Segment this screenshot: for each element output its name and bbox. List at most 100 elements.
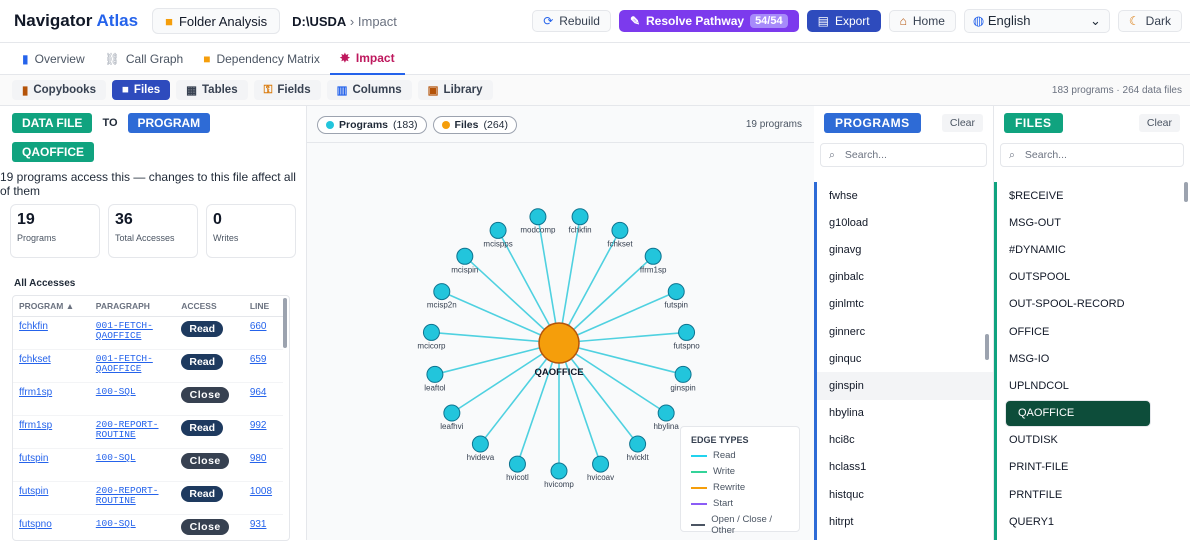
program-node[interactable]: [472, 436, 488, 452]
subtab-library[interactable]: ▣Library: [418, 80, 493, 100]
table-row[interactable]: futspin 200-REPORT-ROUTINE Read 1008: [13, 482, 283, 515]
tab-call-graph[interactable]: ⛓Call Graph: [95, 43, 194, 75]
files-search-field[interactable]: ⌕Search...: [1000, 143, 1184, 167]
program-link[interactable]: futspno: [19, 519, 52, 530]
program-node[interactable]: [612, 222, 628, 238]
home-button[interactable]: ⌂Home: [889, 10, 956, 32]
program-list-item[interactable]: ginquc: [817, 345, 993, 372]
legend-files[interactable]: Files(264): [433, 116, 517, 134]
program-node[interactable]: [658, 405, 674, 421]
paragraph-link[interactable]: 200-REPORT-ROUTINE: [96, 486, 169, 506]
file-list-item[interactable]: UPLNDCOL: [997, 372, 1190, 399]
program-node[interactable]: [572, 209, 588, 225]
line-link[interactable]: 980: [250, 453, 267, 464]
col-line[interactable]: LINE: [244, 296, 283, 317]
file-list-item[interactable]: PRNTFILE: [997, 481, 1190, 508]
subtab-fields[interactable]: ⚿Fields: [254, 80, 321, 100]
table-row[interactable]: futspno 100-SQL Close 931: [13, 515, 283, 541]
file-list-item[interactable]: OUT-SPOOL-RECORD: [997, 291, 1190, 318]
rebuild-button[interactable]: ⟳Rebuild: [532, 10, 611, 32]
program-node[interactable]: [490, 222, 506, 238]
program-list-item[interactable]: g10load: [817, 209, 993, 236]
program-list-item[interactable]: hbylina: [817, 400, 993, 427]
table-row[interactable]: fchkfin 001-FETCH-QAOFFICE Read 660: [13, 317, 283, 350]
files-clear-button[interactable]: Clear: [1139, 114, 1180, 132]
file-list-item[interactable]: $RECEIVE: [997, 182, 1190, 209]
program-node[interactable]: [509, 456, 525, 472]
program-list-item[interactable]: histquc: [817, 481, 993, 508]
paragraph-link[interactable]: 100-SQL: [96, 519, 169, 529]
program-link[interactable]: futspin: [19, 486, 48, 497]
line-link[interactable]: 1008: [250, 486, 272, 497]
program-node[interactable]: [679, 324, 695, 340]
subtab-files[interactable]: ■Files: [112, 80, 170, 100]
line-link[interactable]: 660: [250, 321, 267, 332]
file-list-item[interactable]: QUERY1: [997, 508, 1190, 535]
file-list-item[interactable]: QAOFFICE: [1005, 400, 1151, 427]
program-node[interactable]: [593, 456, 609, 472]
file-list-item[interactable]: OUTDISK: [997, 427, 1190, 454]
file-list-item[interactable]: OFFICE: [997, 318, 1190, 345]
programs-clear-button[interactable]: Clear: [942, 114, 983, 132]
theme-toggle[interactable]: ☾Dark: [1118, 10, 1182, 32]
program-link[interactable]: fchkset: [19, 354, 51, 365]
legend-programs[interactable]: Programs(183): [317, 116, 427, 134]
language-select[interactable]: ◍ English⌄: [964, 9, 1110, 33]
file-list-item[interactable]: MSG-IO: [997, 345, 1190, 372]
tab-dependency-matrix[interactable]: ■Dependency Matrix: [193, 43, 330, 75]
program-node[interactable]: [434, 284, 450, 300]
program-node[interactable]: [630, 436, 646, 452]
subtab-tables[interactable]: ▦Tables: [176, 80, 247, 100]
program-list-item[interactable]: hci8c: [817, 427, 993, 454]
file-list-item[interactable]: PRINT-FILE: [997, 454, 1190, 481]
paragraph-link[interactable]: 100-SQL: [96, 387, 169, 397]
program-list-item[interactable]: ginavg: [817, 236, 993, 263]
program-node[interactable]: [675, 366, 691, 382]
program-list-item[interactable]: ginlmtc: [817, 291, 993, 318]
program-list-item[interactable]: ginspin: [817, 372, 993, 399]
program-node[interactable]: [444, 405, 460, 421]
line-link[interactable]: 964: [250, 387, 267, 398]
file-list-item[interactable]: OUTSPOOL: [997, 264, 1190, 291]
file-list-item[interactable]: #DYNAMIC: [997, 236, 1190, 263]
table-row[interactable]: ffrm1sp 100-SQL Close 964: [13, 383, 283, 416]
tab-overview[interactable]: ▮Overview: [12, 43, 95, 75]
paragraph-link[interactable]: 200-REPORT-ROUTINE: [96, 420, 169, 440]
subtab-copybooks[interactable]: ▮Copybooks: [12, 80, 106, 100]
program-link[interactable]: ffrm1sp: [19, 387, 52, 398]
program-node[interactable]: [530, 209, 546, 225]
program-list-item[interactable]: hclass1: [817, 454, 993, 481]
program-node[interactable]: [668, 284, 684, 300]
table-scrollbar[interactable]: [283, 298, 287, 348]
programs-scrollbar[interactable]: [985, 334, 989, 360]
paragraph-link[interactable]: 001-FETCH-QAOFFICE: [96, 354, 169, 374]
col-program[interactable]: PROGRAM ▲: [13, 296, 90, 317]
program-link[interactable]: ffrm1sp: [19, 420, 52, 431]
paragraph-link[interactable]: 001-FETCH-QAOFFICE: [96, 321, 169, 341]
table-row[interactable]: fchkset 001-FETCH-QAOFFICE Read 659: [13, 350, 283, 383]
program-list-item[interactable]: ginbalc: [817, 264, 993, 291]
program-link[interactable]: futspin: [19, 453, 48, 464]
program-node[interactable]: [427, 366, 443, 382]
program-node[interactable]: [457, 248, 473, 264]
folder-analysis-button[interactable]: ■Folder Analysis: [152, 8, 280, 34]
program-node[interactable]: [645, 248, 661, 264]
paragraph-link[interactable]: 100-SQL: [96, 453, 169, 463]
table-row[interactable]: ffrm1sp 200-REPORT-ROUTINE Read 992: [13, 416, 283, 449]
program-link[interactable]: fchkfin: [19, 321, 48, 332]
col-paragraph[interactable]: PARAGRAPH: [90, 296, 175, 317]
program-list-item[interactable]: hitrpt: [817, 508, 993, 535]
line-link[interactable]: 992: [250, 420, 267, 431]
program-node[interactable]: [423, 324, 439, 340]
center-file-node[interactable]: [539, 323, 579, 363]
program-node[interactable]: [551, 463, 567, 479]
line-link[interactable]: 931: [250, 519, 267, 530]
program-list-item[interactable]: fwhse: [817, 182, 993, 209]
col-access[interactable]: ACCESS: [175, 296, 244, 317]
export-button[interactable]: ▤Export: [807, 10, 881, 32]
tab-impact[interactable]: ✸Impact: [330, 43, 405, 75]
subtab-columns[interactable]: ▥Columns: [327, 80, 412, 100]
resolve-pathway-button[interactable]: ✎Resolve Pathway54/54: [619, 10, 799, 32]
line-link[interactable]: 659: [250, 354, 267, 365]
program-list-item[interactable]: ginnerc: [817, 318, 993, 345]
